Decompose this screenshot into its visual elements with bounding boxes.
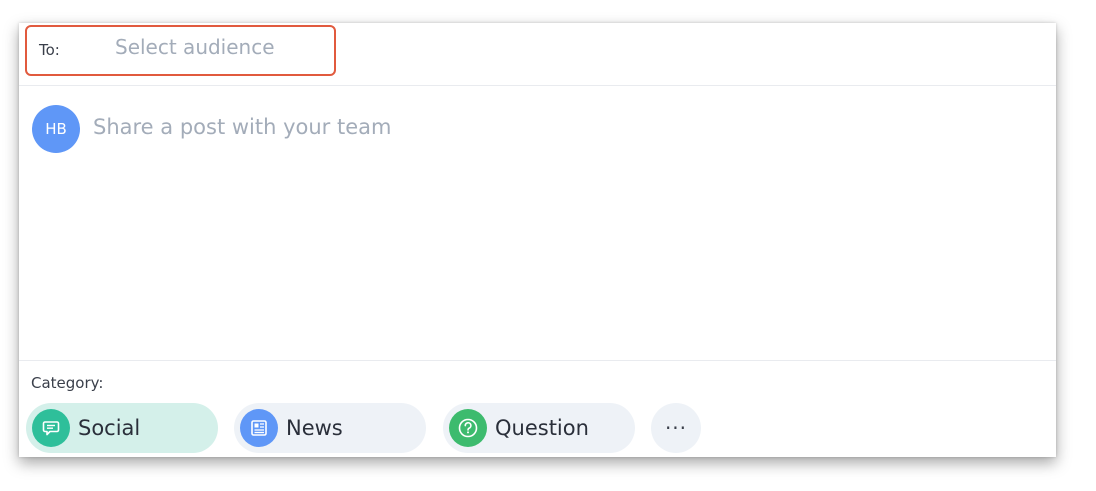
- post-composer-card: To: HB Category: Social: [19, 23, 1056, 457]
- question-mark-icon: [449, 409, 487, 447]
- category-chip-question[interactable]: Question: [443, 403, 635, 453]
- chip-label-question: Question: [495, 416, 589, 440]
- to-label: To:: [39, 41, 60, 59]
- audience-row: To:: [19, 23, 1056, 86]
- more-categories-button[interactable]: ···: [651, 403, 701, 453]
- more-icon: ···: [664, 416, 688, 440]
- audience-select-input[interactable]: [111, 32, 329, 62]
- category-chip-social[interactable]: Social: [26, 403, 218, 453]
- avatar: HB: [32, 105, 80, 153]
- speech-bubble-icon: [32, 409, 70, 447]
- compose-area: HB: [19, 86, 1056, 360]
- category-section: Category: Social News Question ···: [19, 360, 1056, 458]
- chip-label-social: Social: [78, 416, 141, 440]
- chip-label-news: News: [286, 416, 343, 440]
- category-chip-news[interactable]: News: [234, 403, 426, 453]
- post-input[interactable]: [89, 112, 997, 142]
- newspaper-icon: [240, 409, 278, 447]
- category-label: Category:: [31, 374, 104, 392]
